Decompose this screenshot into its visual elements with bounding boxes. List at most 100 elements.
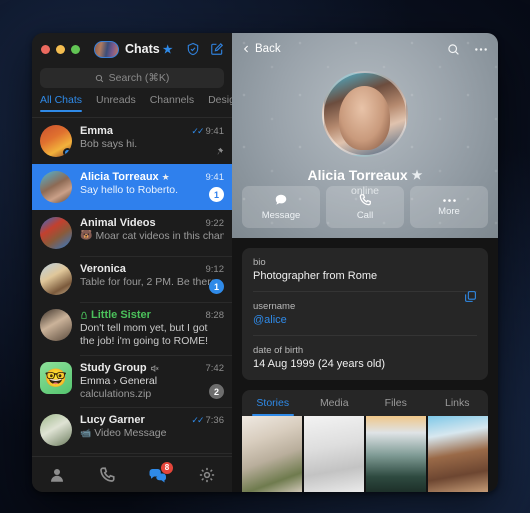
chat-attachment-name: calculations.zip (80, 388, 152, 401)
chat-name: Little Sister (91, 309, 151, 321)
media-thumbnail[interactable] (304, 416, 364, 492)
chat-item-body: Emma ✓✓ 9:41 Bob says hi. (80, 125, 224, 157)
chat-name: Lucy Garner (80, 414, 145, 427)
chat-sidebar: Chats ★ Search (⌘K) All Chats Unreads Ch… (32, 33, 241, 492)
chat-list-item-little-sister[interactable]: Little Sister 8:28 Don't tell mom yet, b… (32, 302, 232, 355)
chat-item-flags: 1 (209, 279, 224, 294)
chat-name: Veronica (80, 263, 126, 275)
chat-list-item-animal-videos[interactable]: Animal Videos 9:22 🐻 Moar cat videos in … (32, 210, 232, 256)
search-icon[interactable] (447, 43, 460, 56)
info-section-username: username @alice (253, 291, 477, 326)
more-icon (442, 198, 456, 202)
more-icon[interactable] (474, 47, 488, 52)
tab-stories[interactable]: Stories (242, 390, 304, 416)
chat-meta: ✓✓ 7:36 (191, 415, 224, 426)
settings-icon[interactable] (198, 466, 216, 484)
close-window-button[interactable] (41, 44, 50, 54)
copy-icon[interactable] (464, 290, 477, 303)
tab-media[interactable]: Media (304, 390, 366, 416)
more-button[interactable]: More (410, 186, 488, 228)
chats-unread-badge: 8 (161, 461, 173, 474)
media-thumbnail[interactable] (428, 416, 488, 492)
info-label: date of birth (253, 345, 304, 356)
chats-icon[interactable]: 8 (148, 461, 173, 484)
call-button[interactable]: Call (326, 186, 404, 228)
contacts-icon[interactable] (48, 466, 66, 484)
unread-badge: 1 (209, 187, 224, 202)
chat-time: 9:12 (205, 263, 225, 275)
compose-icon[interactable] (210, 42, 224, 56)
group-avatar-icon (94, 40, 119, 58)
nerd-emoji-icon: 🤓 (44, 368, 68, 389)
back-label: Back (255, 43, 281, 55)
chat-preview-text: Moar cat videos in this channel? (95, 230, 224, 242)
profile-header-bar: Back (232, 33, 498, 65)
chat-time: 7:42 (205, 362, 225, 374)
chat-filter-tabs: All Chats Unreads Channels Design (32, 94, 241, 118)
premium-star-icon: ★ (161, 171, 170, 182)
chat-item-body: Veronica 9:12 Table for four, 2 PM. Be t… (80, 263, 224, 295)
chat-item-header: Little Sister 8:28 (80, 309, 224, 321)
back-button[interactable]: Back (242, 43, 281, 55)
info-label: bio (253, 257, 266, 268)
profile-action-buttons: Message Call More (232, 186, 498, 238)
info-value[interactable]: @alice (253, 314, 477, 326)
search-icon (95, 74, 103, 82)
chat-preview: Bob says hi. (80, 138, 138, 150)
chat-preview: Don't tell mom yet, but I got the job! i… (80, 322, 209, 348)
chat-preview-text: Video Message (94, 427, 167, 440)
profile-info-card: bio Photographer from Rome username @ali… (242, 248, 488, 380)
profile-panel: Back Alicia Torreaux ★ online Message Ca… (232, 33, 498, 492)
zoom-window-button[interactable] (71, 44, 80, 54)
minimize-window-button[interactable] (56, 44, 65, 54)
shield-check-icon[interactable] (186, 42, 200, 56)
bear-emoji-icon: 🐻 (80, 230, 93, 241)
profile-header: Back Alicia Torreaux ★ online Message Ca… (232, 33, 498, 238)
info-section-bio: bio Photographer from Rome (253, 257, 477, 282)
phone-icon (359, 194, 371, 206)
media-grid (242, 416, 488, 492)
unread-badge: 2 (209, 384, 224, 400)
premium-star-icon: ★ (162, 43, 173, 56)
chat-item-flags (215, 147, 224, 156)
avatar (40, 217, 72, 249)
window-titlebar: Chats ★ (32, 33, 232, 65)
chat-item-body: Study Group 7:42 Emma › General calculat… (80, 362, 224, 400)
message-icon (275, 194, 287, 205)
traffic-lights (41, 44, 80, 54)
chat-list-item-emma[interactable]: Emma ✓✓ 9:41 Bob says hi. (32, 118, 232, 164)
media-thumbnail[interactable] (242, 416, 302, 492)
chat-time: 9:22 (205, 217, 225, 229)
search-input[interactable]: Search (⌘K) (40, 68, 224, 88)
media-thumbnail[interactable] (366, 416, 426, 492)
read-receipt-icon: ✓✓ (191, 125, 204, 136)
tab-unreads[interactable]: Unreads (96, 94, 136, 111)
chat-item-header: Alicia Torreaux ★ 9:41 (80, 171, 224, 183)
chat-list-item-veronica[interactable]: Veronica 9:12 Table for four, 2 PM. Be t… (32, 256, 232, 302)
tab-all-chats[interactable]: All Chats (40, 94, 83, 112)
chat-name: Emma (80, 125, 114, 137)
chat-list-item-bloomberg[interactable]: B Bloomberg ✓ 7:30 Russia repeated a thr… (32, 453, 232, 456)
tab-links[interactable]: Links (427, 390, 489, 416)
tab-files[interactable]: Files (365, 390, 427, 416)
chat-item-header: Emma ✓✓ 9:41 (80, 125, 224, 137)
chat-list-item-alicia[interactable]: Alicia Torreaux ★ 9:41 Say hello to Robe… (32, 164, 232, 210)
chat-list[interactable]: Emma ✓✓ 9:41 Bob says hi. Alicia Torreau… (32, 118, 232, 456)
chat-preview: Table for four, 2 PM. Be there. (80, 276, 220, 288)
calls-icon[interactable] (98, 466, 116, 484)
chat-list-item-lucy-garner[interactable]: Lucy Garner ✓✓ 7:36 📹 Video Message (32, 407, 232, 453)
read-receipt-icon: ✓✓ (191, 414, 204, 425)
avatar (40, 171, 72, 203)
chat-preview: Emma › General (80, 375, 158, 388)
avatar (40, 309, 72, 341)
chat-item-flags: 2 (209, 384, 224, 400)
chat-list-item-study-group[interactable]: 🤓 Study Group 7:42 Emma › General calcul… (32, 355, 232, 407)
avatar (40, 263, 72, 295)
tab-channels[interactable]: Channels (150, 94, 194, 111)
chevron-left-icon (243, 45, 248, 53)
video-emoji-icon: 📹 (80, 427, 92, 438)
message-button[interactable]: Message (242, 186, 320, 228)
info-value: 14 Aug 1999 (24 years old) (253, 358, 386, 370)
profile-avatar[interactable] (322, 71, 408, 157)
profile-content-tabs: Stories Media Files Links (242, 390, 488, 416)
